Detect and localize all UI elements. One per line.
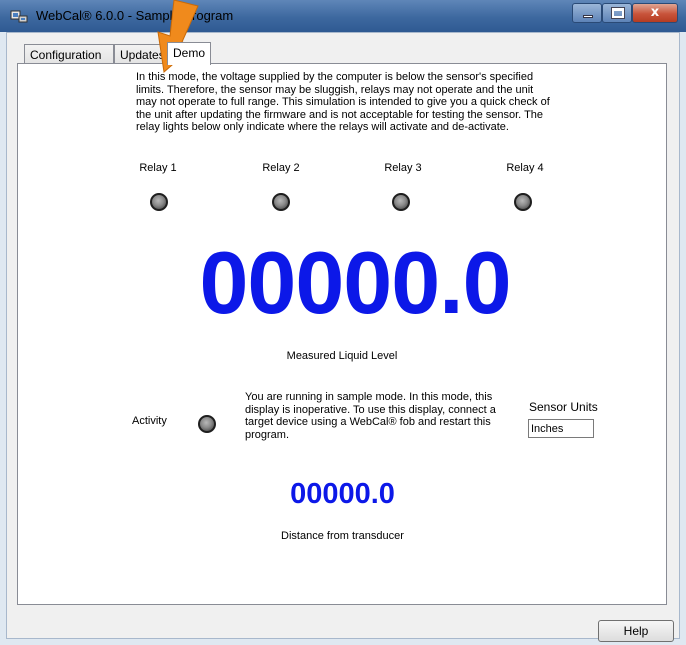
help-button[interactable]: Help [598,620,674,642]
sensor-units-field[interactable] [528,419,594,438]
measured-liquid-level-value: 00000.0 [199,233,511,332]
demo-intro-text: In this mode, the voltage supplied by th… [136,71,550,134]
app-window: WebCal® 6.0.0 - Sample Program x Configu… [0,0,686,645]
app-icon [10,10,28,23]
relay-2-indicator [272,193,290,211]
maximize-icon [611,7,625,19]
relay-4-indicator [514,193,532,211]
measured-liquid-level-label: Measured Liquid Level [286,350,398,362]
activity-indicator [198,415,216,433]
close-icon: x [650,5,660,20]
sample-mode-message: You are running in sample mode. In this … [245,391,496,441]
distance-label: Distance from transducer [281,530,404,542]
tab-configuration[interactable]: Configuration [24,44,114,64]
tab-demo[interactable]: Demo [167,42,211,65]
minimize-icon [583,15,593,18]
maximize-button[interactable] [602,3,632,23]
distance-value: 00000.0 [290,478,395,510]
relay-1-label: Relay 1 [139,162,177,174]
title-bar[interactable]: WebCal® 6.0.0 - Sample Program x [0,0,686,33]
relay-2-label: Relay 2 [262,162,300,174]
minimize-button[interactable] [572,3,602,23]
relay-1-indicator [150,193,168,211]
sensor-units-label: Sensor Units [529,400,598,414]
relay-4-label: Relay 4 [506,162,544,174]
relay-3-indicator [392,193,410,211]
relay-3-label: Relay 3 [384,162,422,174]
close-button[interactable]: x [632,3,678,23]
activity-label: Activity [132,415,167,427]
